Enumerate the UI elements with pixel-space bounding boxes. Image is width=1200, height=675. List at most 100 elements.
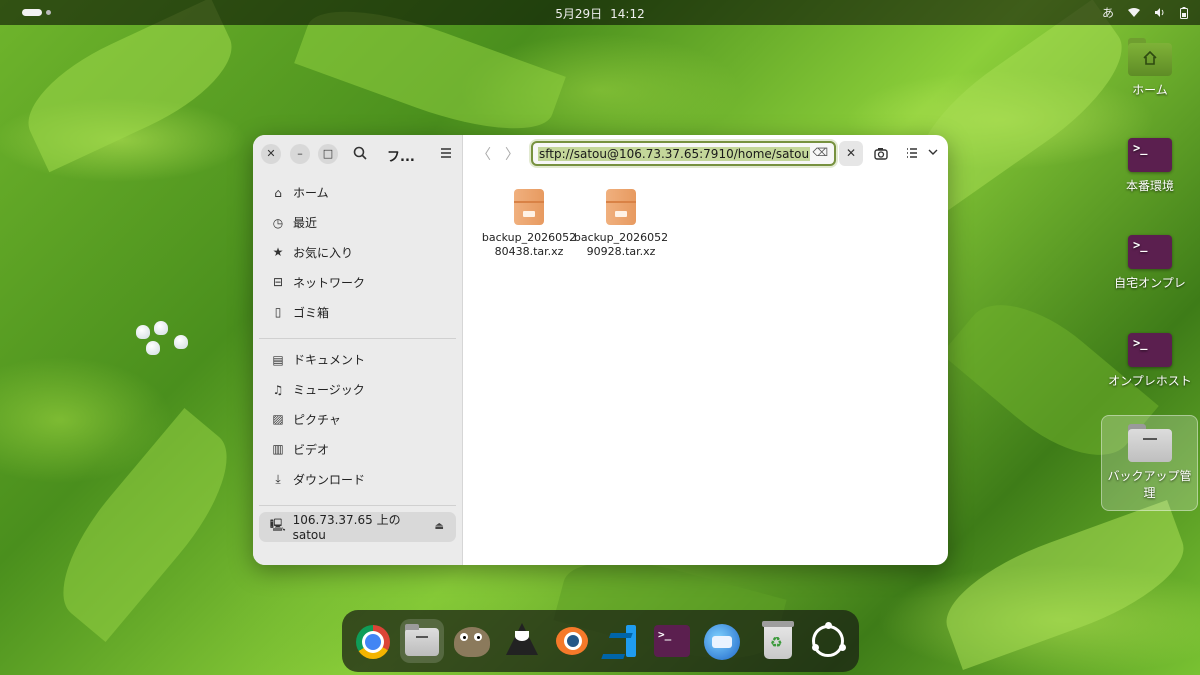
sidebar-item-videos[interactable]: ▥ ビデオ [259, 434, 456, 464]
sidebar-item-trash[interactable]: ▯ ゴミ箱 [259, 297, 456, 327]
desktop-icon-production[interactable]: 本番環境 [1102, 138, 1198, 195]
home-folder-icon [1128, 38, 1172, 76]
system-tray[interactable]: あ [1102, 4, 1188, 21]
dock-trash[interactable] [756, 619, 800, 663]
sidebar-item-downloads[interactable]: ⤓ ダウンロード [259, 464, 456, 494]
ubuntu-icon [812, 622, 844, 657]
list-view-icon[interactable] [906, 147, 918, 159]
dock-thunderbird[interactable] [700, 619, 744, 663]
dock-vscode[interactable] [600, 619, 644, 663]
sidebar-item-pictures[interactable]: ▨ ピクチャ [259, 405, 456, 435]
close-location-button[interactable]: ✕ [839, 141, 863, 166]
close-window-button[interactable]: ✕ [261, 144, 281, 164]
blender-icon [556, 627, 588, 655]
vscode-icon [606, 625, 638, 657]
chevron-down-icon[interactable] [928, 149, 938, 156]
sidebar-item-label: ホーム [293, 186, 329, 201]
gimp-icon [454, 627, 490, 657]
desktop-icon-label: 本番環境 [1125, 179, 1174, 193]
file-manager-window: ✕ – □ フ... ⌂ ホーム ◷ 最近 ★ お気に入り ⊟ ネットワーク ▯ ゴミ箱 … [253, 135, 948, 565]
sidebar-item-label: ミュージック [293, 383, 365, 398]
wallpaper-leaf [11, 0, 249, 173]
trash-icon [762, 621, 794, 659]
back-button[interactable]: 〈 [477, 144, 491, 164]
main-pane: 〈 〉 sftp://satou@106.73.37.65:7910/home/… [463, 135, 948, 565]
input-method-indicator[interactable]: あ [1102, 4, 1114, 21]
file-grid: backup_202605280438.tar.xz backup_202605… [481, 189, 669, 259]
close-icon: ✕ [845, 146, 857, 160]
dock-files[interactable] [400, 619, 444, 663]
dock-chrome[interactable] [350, 619, 394, 663]
computer-icon: 🖳 [269, 518, 286, 533]
sidebar-item-label: ダウンロード [293, 472, 366, 487]
clock-time: 14:12 [610, 7, 645, 21]
desktop-icon-label: バックアップ管理 [1107, 469, 1192, 500]
clock-date: 5月29日 [555, 7, 603, 21]
desktop-icon-backup-manager[interactable]: バックアップ管理 [1101, 415, 1198, 511]
music-icon: ♫ [272, 382, 284, 397]
volume-icon [1155, 8, 1164, 17]
terminal-icon [1128, 333, 1172, 367]
clock-icon: ◷ [272, 215, 284, 230]
maximize-window-button[interactable]: □ [318, 144, 338, 164]
sidebar-mounts: 🖳 106.73.37.65 上の satou ⏏ [253, 511, 462, 547]
dock-show-apps[interactable] [806, 619, 850, 663]
download-icon: ⤓ [275, 471, 281, 486]
archive-icon [514, 189, 544, 225]
dock [342, 610, 859, 672]
desktop-icon-home[interactable]: ホーム [1102, 38, 1198, 99]
sidebar-item-home[interactable]: ⌂ ホーム [259, 178, 456, 208]
dock-blender[interactable] [550, 619, 594, 663]
sidebar-item-label: 106.73.37.65 上の satou [292, 513, 401, 543]
minimize-window-button[interactable]: – [290, 144, 310, 164]
hamburger-menu-icon[interactable] [440, 147, 452, 159]
desktop-icon-home-onprem[interactable]: 自宅オンプレ [1102, 235, 1198, 292]
sidebar-item-label: ピクチャ [293, 412, 341, 427]
search-icon[interactable] [353, 146, 367, 160]
terminal-icon [1128, 235, 1172, 269]
clear-text-icon[interactable]: ⌫ [812, 146, 828, 159]
header-toolbar: 〈 〉 sftp://satou@106.73.37.65:7910/home/… [463, 135, 948, 173]
folder-icon [1127, 424, 1172, 462]
wallpaper-leaf [36, 407, 254, 643]
sidebar-places: ⌂ ホーム ◷ 最近 ★ お気に入り ⊟ ネットワーク ▯ ゴミ箱 [253, 173, 462, 332]
maximize-icon: □ [322, 147, 334, 160]
eject-icon[interactable]: ⏏ [435, 521, 444, 532]
file-name: backup_202605280438.tar.xz [481, 231, 577, 258]
thunderbird-icon [704, 624, 740, 660]
trash-icon: ▯ [274, 305, 282, 320]
dock-inkscape[interactable] [500, 619, 544, 663]
sidebar: ✕ – □ フ... ⌂ ホーム ◷ 最近 ★ お気に入り ⊟ ネットワーク ▯ ゴミ箱 … [253, 135, 463, 565]
sidebar-item-starred[interactable]: ★ お気に入り [259, 238, 456, 268]
sidebar-item-sftp-mount[interactable]: 🖳 106.73.37.65 上の satou ⏏ [259, 511, 456, 543]
sidebar-item-network[interactable]: ⊟ ネットワーク [259, 267, 456, 297]
forward-button[interactable]: 〉 [505, 144, 519, 164]
picture-icon: ▨ [272, 412, 284, 427]
document-icon: ▤ [272, 352, 284, 367]
sidebar-divider [259, 504, 456, 506]
close-icon: ✕ [266, 147, 276, 160]
sidebar-item-documents[interactable]: ▤ ドキュメント [259, 345, 456, 375]
sidebar-folders: ▤ ドキュメント ♫ ミュージック ▨ ピクチャ ▥ ビデオ ⤓ ダウンロード [253, 345, 462, 499]
sidebar-item-recent[interactable]: ◷ 最近 [259, 208, 456, 238]
file-item[interactable]: backup_202605290928.tar.xz [573, 189, 669, 259]
terminal-icon [1128, 138, 1172, 172]
desktop-icon-onprem-host[interactable]: オンプレホスト [1102, 333, 1198, 390]
clock[interactable]: 5月29日 14:12 [0, 5, 1200, 22]
minimize-icon: – [297, 147, 303, 160]
dock-terminal[interactable] [650, 619, 694, 663]
inkscape-icon [506, 623, 538, 655]
archive-icon [606, 189, 636, 225]
desktop-icon-label: オンプレホスト [1108, 374, 1192, 388]
sidebar-header: ✕ – □ フ... [253, 135, 462, 173]
location-entry[interactable]: sftp://satou@106.73.37.65:7910/home/sato… [531, 141, 836, 166]
sidebar-item-music[interactable]: ♫ ミュージック [259, 375, 456, 405]
desktop-icon-label: 自宅オンプレ [1114, 276, 1186, 290]
network-icon: ⊟ [272, 275, 284, 290]
sidebar-item-label: お気に入り [293, 245, 354, 260]
camera-icon[interactable] [874, 147, 888, 160]
window-title: フ... [387, 150, 415, 165]
dock-gimp[interactable] [450, 619, 494, 663]
file-item[interactable]: backup_202605280438.tar.xz [481, 189, 577, 259]
home-icon: ⌂ [274, 185, 282, 200]
